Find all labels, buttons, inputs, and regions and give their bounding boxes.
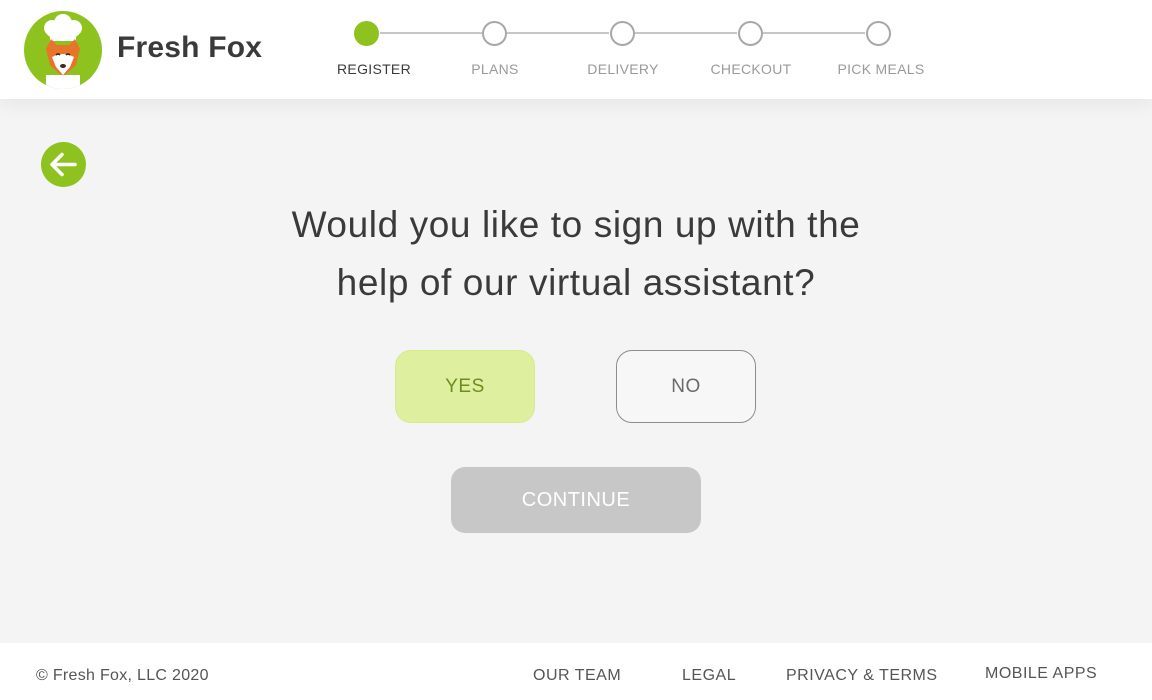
- step-label-checkout: CHECKOUT: [710, 61, 792, 77]
- step-connector: [635, 32, 737, 34]
- step-dot-register: [354, 21, 379, 46]
- step-dot-plans: [482, 21, 507, 46]
- step-label-register: REGISTER: [337, 61, 411, 77]
- no-button[interactable]: NO: [616, 350, 756, 423]
- footer-link-privacy-terms[interactable]: PRIVACY & TERMS: [786, 667, 938, 685]
- footer: © Fresh Fox, LLC 2020 OUR TEAM LEGAL PRI…: [0, 643, 1152, 700]
- step-label-plans: PLANS: [471, 61, 519, 77]
- question-line-2: help of our virtual assistant?: [336, 262, 816, 303]
- continue-button[interactable]: CONTINUE: [451, 467, 701, 533]
- arrow-left-icon: [50, 152, 77, 177]
- registration-stepper: REGISTER PLANS DELIVERY CHECKOUT PICK ME…: [0, 0, 1152, 99]
- step-label-pick-meals: PICK MEALS: [837, 61, 925, 77]
- step-dot-delivery: [610, 21, 635, 46]
- question-line-1: Would you like to sign up with the: [291, 204, 861, 245]
- step-connector: [763, 32, 865, 34]
- back-button[interactable]: [41, 142, 86, 187]
- question-heading: Would you like to sign up with the help …: [226, 196, 926, 312]
- copyright-text: © Fresh Fox, LLC 2020: [36, 667, 209, 684]
- step-dot-checkout: [738, 21, 763, 46]
- footer-link-mobile-apps[interactable]: MOBILE APPS: [985, 665, 1097, 683]
- header: Fresh Fox REGISTER PLANS DELIVERY CHECKO…: [0, 0, 1152, 99]
- step-label-delivery: DELIVERY: [587, 61, 659, 77]
- step-dot-pick-meals: [866, 21, 891, 46]
- step-connector: [507, 32, 609, 34]
- yes-button[interactable]: YES: [395, 350, 535, 423]
- step-connector: [380, 32, 482, 34]
- footer-link-our-team[interactable]: OUR TEAM: [533, 667, 621, 685]
- footer-link-legal[interactable]: LEGAL: [682, 667, 736, 685]
